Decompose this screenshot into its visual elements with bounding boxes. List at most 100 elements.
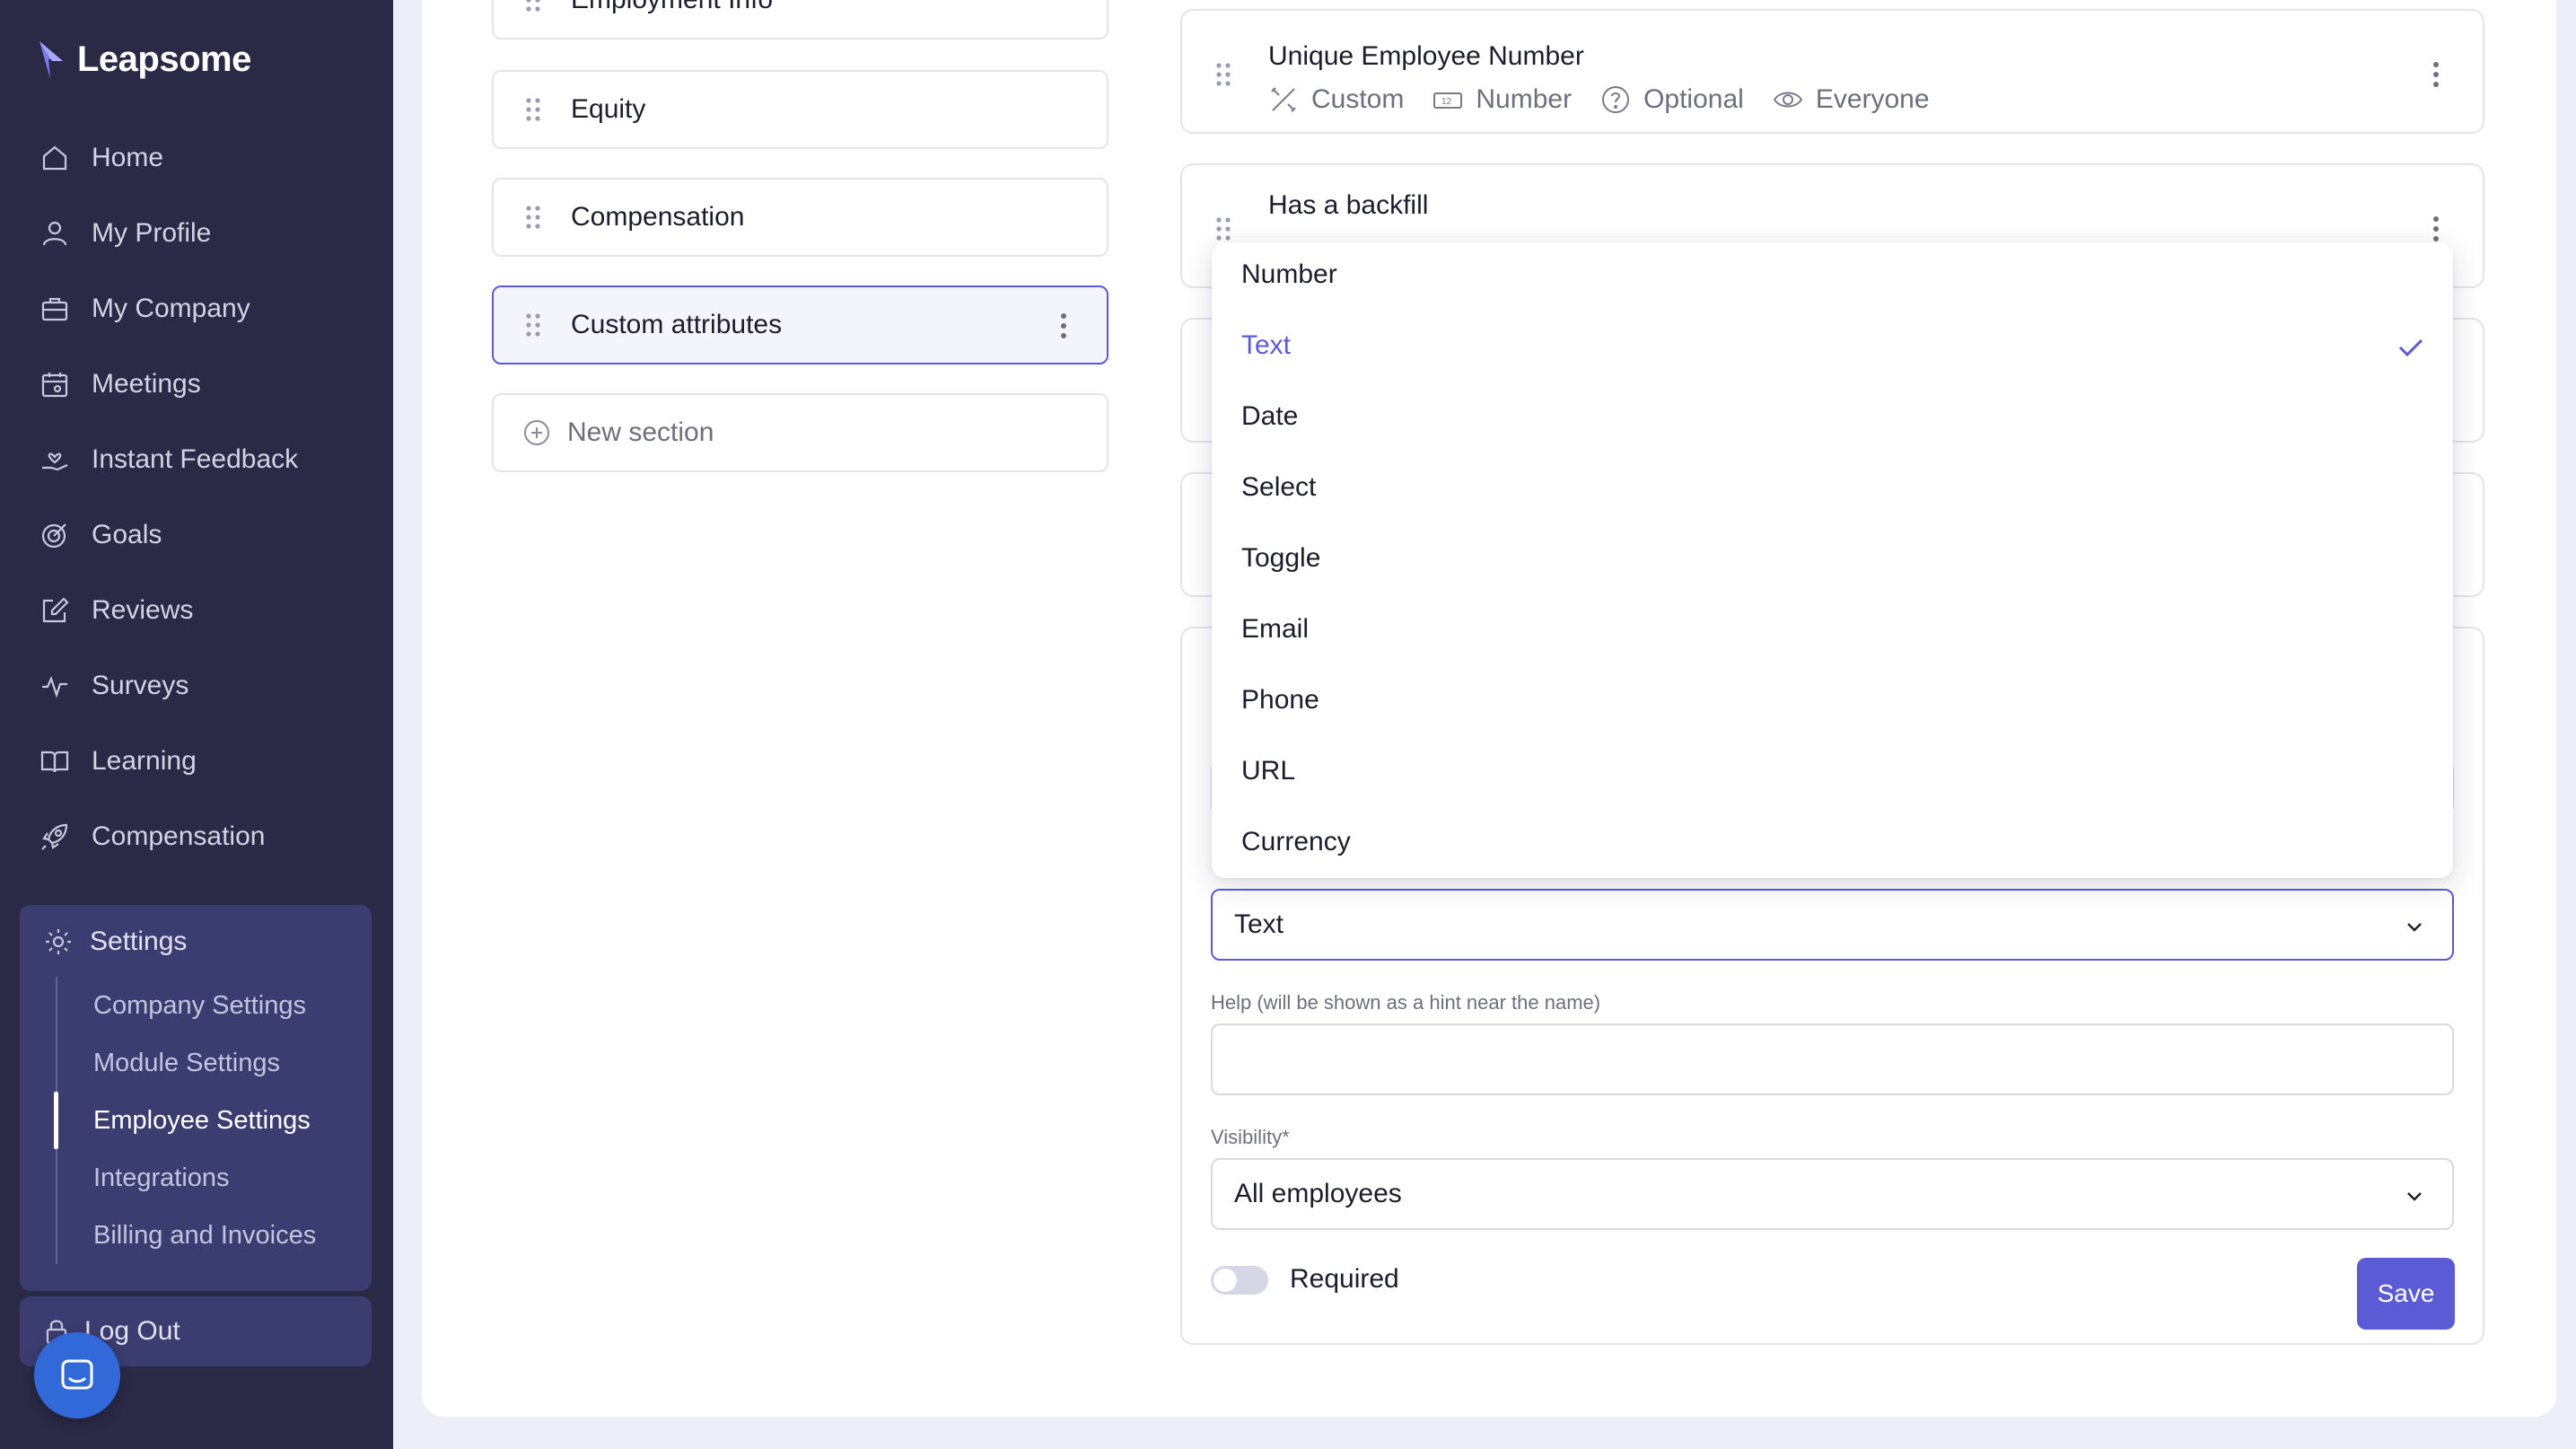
- sidebar-item-my-profile[interactable]: My Profile: [39, 211, 211, 256]
- field-meta-text: Custom: [1311, 84, 1405, 114]
- type-select[interactable]: Text: [1211, 889, 2454, 961]
- target-icon: [39, 520, 70, 550]
- field-title: Has a backfill: [1268, 190, 1429, 220]
- type-select-value: Text: [1234, 909, 1284, 939]
- settings-group: Settings Company Settings Module Setting…: [20, 905, 372, 1291]
- pulse-icon: [39, 671, 70, 701]
- more-options-icon[interactable]: [2432, 215, 2440, 242]
- chat-icon: [61, 1359, 93, 1390]
- required-label: Required: [1290, 1264, 1399, 1294]
- section-label: Employment Info: [571, 0, 773, 15]
- calendar-icon: [39, 369, 70, 400]
- question-icon: [1602, 86, 1630, 113]
- more-options-icon[interactable]: [2432, 61, 2440, 88]
- sidebar-item-employee-settings[interactable]: Employee Settings: [93, 1106, 311, 1136]
- drag-handle-icon[interactable]: [524, 96, 542, 123]
- sidebar: Leapsome Home My Profile My Company Meet…: [0, 0, 393, 1449]
- field-meta-text: Number: [1476, 84, 1573, 114]
- chevron-down-icon: [2407, 923, 2422, 932]
- chat-launcher-button[interactable]: [34, 1332, 120, 1418]
- sidebar-item-learning[interactable]: Learning: [39, 739, 197, 784]
- dropdown-option-email[interactable]: Email: [1241, 602, 2426, 656]
- number-icon: 12: [1433, 92, 1463, 109]
- toggle-knob: [1214, 1269, 1237, 1292]
- svg-text:12: 12: [1441, 97, 1452, 107]
- save-button[interactable]: Save: [2357, 1258, 2455, 1330]
- sidebar-item-label: Surveys: [92, 671, 189, 700]
- field-card-unique-employee-number[interactable]: Unique Employee Number Custom 12 Number …: [1180, 9, 2484, 134]
- hand-heart-icon: [39, 444, 70, 475]
- sidebar-item-company-settings[interactable]: Company Settings: [93, 991, 306, 1021]
- sidebar-item-label: Learning: [92, 746, 197, 776]
- help-input[interactable]: [1211, 1023, 2454, 1095]
- help-label: Help (will be shown as a hint near the n…: [1211, 991, 1601, 1014]
- sidebar-item-label: Reviews: [92, 595, 194, 625]
- book-icon: [39, 746, 70, 777]
- sidebar-item-home[interactable]: Home: [39, 136, 163, 180]
- home-icon: [39, 143, 70, 173]
- gear-icon: [43, 926, 74, 957]
- sidebar-item-settings[interactable]: Settings: [43, 926, 187, 957]
- sidebar-item-label: Home: [92, 143, 164, 172]
- field-title: Unique Employee Number: [1268, 41, 1584, 71]
- user-icon: [39, 218, 70, 249]
- section-label: Custom attributes: [571, 310, 783, 339]
- visibility-select-value: All employees: [1234, 1179, 1402, 1208]
- sidebar-item-surveys[interactable]: Surveys: [39, 663, 188, 708]
- sidebar-item-label: Goals: [92, 520, 162, 549]
- leapsome-logo-icon: [39, 41, 63, 79]
- field-meta-text: Everyone: [1815, 84, 1930, 114]
- field-meta-text: Optional: [1643, 84, 1744, 114]
- dropdown-option-currency[interactable]: Currency: [1241, 815, 2426, 869]
- drag-handle-icon[interactable]: [524, 204, 542, 231]
- checkmark-icon: [2398, 338, 2423, 357]
- tools-icon: [1271, 87, 1296, 112]
- active-indicator: [54, 1092, 58, 1149]
- sidebar-item-goals[interactable]: Goals: [39, 513, 162, 558]
- more-options-icon[interactable]: [1060, 312, 1067, 339]
- drag-handle-icon[interactable]: [524, 312, 542, 338]
- required-toggle[interactable]: [1211, 1266, 1268, 1295]
- brand-name: Leapsome: [77, 39, 251, 79]
- dropdown-option-text[interactable]: Text: [1241, 319, 2426, 373]
- edit-icon: [39, 595, 70, 626]
- drag-handle-icon[interactable]: [1214, 61, 1232, 88]
- sidebar-item-label: Compensation: [92, 821, 266, 851]
- field-meta: Custom 12 Number Optional Everyone: [1268, 84, 1958, 115]
- section-item-equity[interactable]: Equity: [492, 70, 1108, 149]
- sidebar-item-my-company[interactable]: My Company: [39, 286, 250, 331]
- dropdown-option-date[interactable]: Date: [1241, 390, 2426, 443]
- sidebar-item-billing-and-invoices[interactable]: Billing and Invoices: [93, 1221, 316, 1251]
- dropdown-option-number[interactable]: Number: [1241, 248, 2426, 302]
- section-item-employment-info[interactable]: Employment Info: [492, 0, 1108, 40]
- drag-handle-icon[interactable]: [1214, 215, 1232, 242]
- drag-handle-icon[interactable]: [524, 0, 542, 13]
- briefcase-icon: [39, 294, 70, 324]
- rocket-icon: [39, 821, 70, 852]
- dropdown-option-url[interactable]: URL: [1241, 744, 2426, 798]
- dropdown-option-select[interactable]: Select: [1241, 461, 2426, 514]
- sidebar-item-label: My Company: [92, 294, 250, 323]
- sidebar-item-instant-feedback[interactable]: Instant Feedback: [39, 437, 298, 482]
- chevron-down-icon: [2407, 1192, 2422, 1201]
- sidebar-item-meetings[interactable]: Meetings: [39, 362, 201, 407]
- section-label: Equity: [571, 94, 646, 124]
- dropdown-option-toggle[interactable]: Toggle: [1241, 531, 2426, 585]
- new-section-label: New section: [567, 417, 714, 447]
- dropdown-option-phone[interactable]: Phone: [1241, 673, 2426, 727]
- section-item-custom-attributes[interactable]: Custom attributes: [492, 285, 1108, 364]
- new-section-button[interactable]: New section: [492, 393, 1108, 472]
- sidebar-item-module-settings[interactable]: Module Settings: [93, 1049, 280, 1078]
- leapsome-logo[interactable]: Leapsome: [36, 38, 251, 81]
- settings-label: Settings: [90, 926, 188, 956]
- sidebar-item-reviews[interactable]: Reviews: [39, 588, 193, 633]
- eye-icon: [1773, 92, 1802, 108]
- visibility-select[interactable]: All employees: [1211, 1158, 2454, 1230]
- section-label: Compensation: [571, 202, 745, 232]
- section-item-compensation[interactable]: Compensation: [492, 178, 1108, 257]
- sidebar-item-label: Meetings: [92, 369, 201, 399]
- sidebar-item-integrations[interactable]: Integrations: [93, 1164, 230, 1193]
- type-dropdown-menu: Number Text Date Select Toggle Email Pho…: [1212, 242, 2453, 878]
- plus-circle-icon: [524, 420, 549, 445]
- sidebar-item-compensation[interactable]: Compensation: [39, 814, 265, 859]
